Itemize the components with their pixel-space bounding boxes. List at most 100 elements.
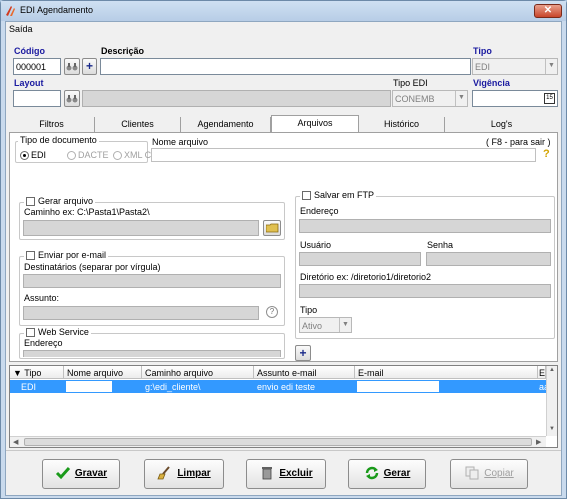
gravar-button[interactable]: Gravar <box>42 459 120 489</box>
copiar-button[interactable]: Copiar <box>450 459 528 489</box>
help-icon[interactable]: ? <box>543 148 550 160</box>
diretorio-field[interactable] <box>299 284 551 298</box>
grid-header-caminho-arquivo[interactable]: Caminho arquivo <box>142 366 254 379</box>
enviar-email-checkbox[interactable]: Enviar por e-mail <box>24 250 109 261</box>
grid-header-assunto-email[interactable]: Assunto e-mail <box>254 366 355 379</box>
tab-logs[interactable]: Log's <box>445 117 558 132</box>
assunto-label: Assunto: <box>24 293 60 303</box>
menu-item-saida[interactable]: Saída <box>9 24 33 34</box>
endereco-ws-field[interactable] <box>23 350 281 357</box>
close-icon: ✕ <box>543 5 553 16</box>
caminho-field[interactable] <box>23 220 259 236</box>
caminho-label: Caminho ex: C:\Pasta1\Pasta2\ <box>24 207 150 217</box>
tab-historico[interactable]: Histórico <box>359 117 445 132</box>
tipo-edi-value: CONEMB <box>395 94 435 104</box>
radio-dacte[interactable]: DACTE <box>67 150 109 161</box>
salvar-ftp-checkbox[interactable]: Salvar em FTP <box>300 190 377 201</box>
copy-icon <box>465 466 479 480</box>
close-button[interactable]: ✕ <box>534 4 562 18</box>
scroll-left-icon[interactable]: ◀ <box>13 438 18 446</box>
radio-edi-label: EDI <box>31 150 47 160</box>
endereco-ftp-field[interactable] <box>299 219 551 233</box>
vigencia-field[interactable]: 15 <box>472 90 558 107</box>
search-layout-button[interactable] <box>64 90 80 107</box>
checkbox-icon <box>26 328 35 338</box>
add-arquivo-button[interactable]: + <box>295 345 311 361</box>
tab-filtros[interactable]: Filtros <box>9 117 95 132</box>
web-service-checkbox[interactable]: Web Service <box>24 327 91 338</box>
ftp-tipo-select[interactable]: Ativo ▼ <box>299 317 352 333</box>
plus-icon: + <box>85 59 93 73</box>
cell-email[interactable] <box>357 381 439 392</box>
layout-field[interactable] <box>13 90 61 107</box>
assunto-field[interactable] <box>23 306 259 320</box>
gerar-label: Gerar <box>383 468 411 479</box>
cell-tipo[interactable]: EDI <box>18 380 64 393</box>
usuario-field[interactable] <box>299 252 421 266</box>
radio-checked-icon <box>20 151 29 161</box>
tipo-select-value: EDI <box>475 62 491 72</box>
radio-edi[interactable]: EDI <box>20 150 47 161</box>
descricao-field[interactable] <box>100 58 471 75</box>
radio-dacte-label: DACTE <box>78 150 109 160</box>
enviar-email-label: Enviar por e-mail <box>38 250 107 260</box>
row-indicator-icon: ▼ <box>13 368 25 378</box>
broom-icon <box>157 466 171 480</box>
diretorio-label: Diretório ex: /diretorio1/diretorio2 <box>300 272 432 282</box>
tipo-edi-select[interactable]: CONEMB ▼ <box>392 90 468 107</box>
vertical-scrollbar[interactable]: ▲ ▼ <box>546 366 557 436</box>
senha-label: Senha <box>427 240 454 250</box>
binoculars-icon <box>66 63 78 71</box>
limpar-label: Limpar <box>177 468 211 479</box>
refresh-icon <box>365 467 378 480</box>
scroll-up-icon[interactable]: ▲ <box>549 367 555 373</box>
client-area: Saída Código 000001 + Descrição Tipo EDI… <box>5 21 562 496</box>
add-codigo-button[interactable]: + <box>82 58 97 75</box>
menu-bar: Saída <box>6 22 561 36</box>
chevron-down-icon: ▼ <box>455 91 467 106</box>
scroll-right-icon[interactable]: ▶ <box>536 438 541 446</box>
excluir-button[interactable]: Excluir <box>246 459 326 489</box>
window-title: EDI Agendamento <box>20 5 94 15</box>
grid-header-tipo-label: Tipo <box>24 368 42 378</box>
endereco-ftp-label: Endereço <box>300 206 339 216</box>
scroll-down-icon[interactable]: ▼ <box>549 426 555 432</box>
vigencia-label: Vigência <box>473 78 510 88</box>
gerar-button[interactable]: Gerar <box>348 459 426 489</box>
cell-caminho-arquivo[interactable]: g:\edi_cliente\ <box>142 380 254 393</box>
table-row[interactable]: EDI g:\edi_cliente\ envio edi teste aaa <box>10 380 546 393</box>
tab-clientes[interactable]: Clientes <box>95 117 181 132</box>
tab-agendamento[interactable]: Agendamento <box>181 117 271 132</box>
gerar-arquivo-checkbox[interactable]: Gerar arquivo <box>24 196 96 207</box>
gerar-arquivo-label: Gerar arquivo <box>38 196 94 206</box>
nome-arquivo-field[interactable] <box>151 148 536 162</box>
destinatarios-field[interactable] <box>23 274 281 288</box>
title-bar[interactable]: EDI Agendamento ✕ <box>1 1 566 21</box>
limpar-button[interactable]: Limpar <box>144 459 224 489</box>
radio-unchecked-icon <box>113 151 122 161</box>
grid-header-enc[interactable]: Enc <box>538 366 546 379</box>
cell-enc[interactable]: aaa <box>538 380 546 393</box>
grid-header-email[interactable]: E-mail <box>355 366 538 379</box>
tab-arquivos[interactable]: Arquivos <box>271 115 359 132</box>
grid-header-tipo[interactable]: ▼ Tipo <box>10 366 64 379</box>
binoculars-icon <box>66 95 78 103</box>
browse-folder-button[interactable] <box>263 220 281 236</box>
scroll-thumb[interactable] <box>24 438 532 446</box>
grid-header-nome-arquivo[interactable]: Nome arquivo <box>64 366 142 379</box>
senha-field[interactable] <box>426 252 551 266</box>
search-codigo-button[interactable] <box>64 58 80 75</box>
horizontal-scrollbar[interactable]: ◀ ▶ <box>10 436 546 447</box>
descricao-label: Descrição <box>101 46 145 56</box>
cell-assunto-email[interactable]: envio edi teste <box>254 380 355 393</box>
cell-nome-arquivo[interactable] <box>66 381 112 392</box>
layout-label: Layout <box>14 78 44 88</box>
checkbox-icon <box>26 197 35 207</box>
codigo-field[interactable]: 000001 <box>13 58 61 75</box>
calendar-icon[interactable]: 15 <box>544 93 555 104</box>
ftp-tipo-label: Tipo <box>300 305 318 315</box>
tipo-select[interactable]: EDI ▼ <box>472 58 558 75</box>
folder-icon <box>265 223 278 233</box>
copiar-label: Copiar <box>484 468 514 479</box>
help-circle-icon[interactable]: ? <box>266 306 278 318</box>
